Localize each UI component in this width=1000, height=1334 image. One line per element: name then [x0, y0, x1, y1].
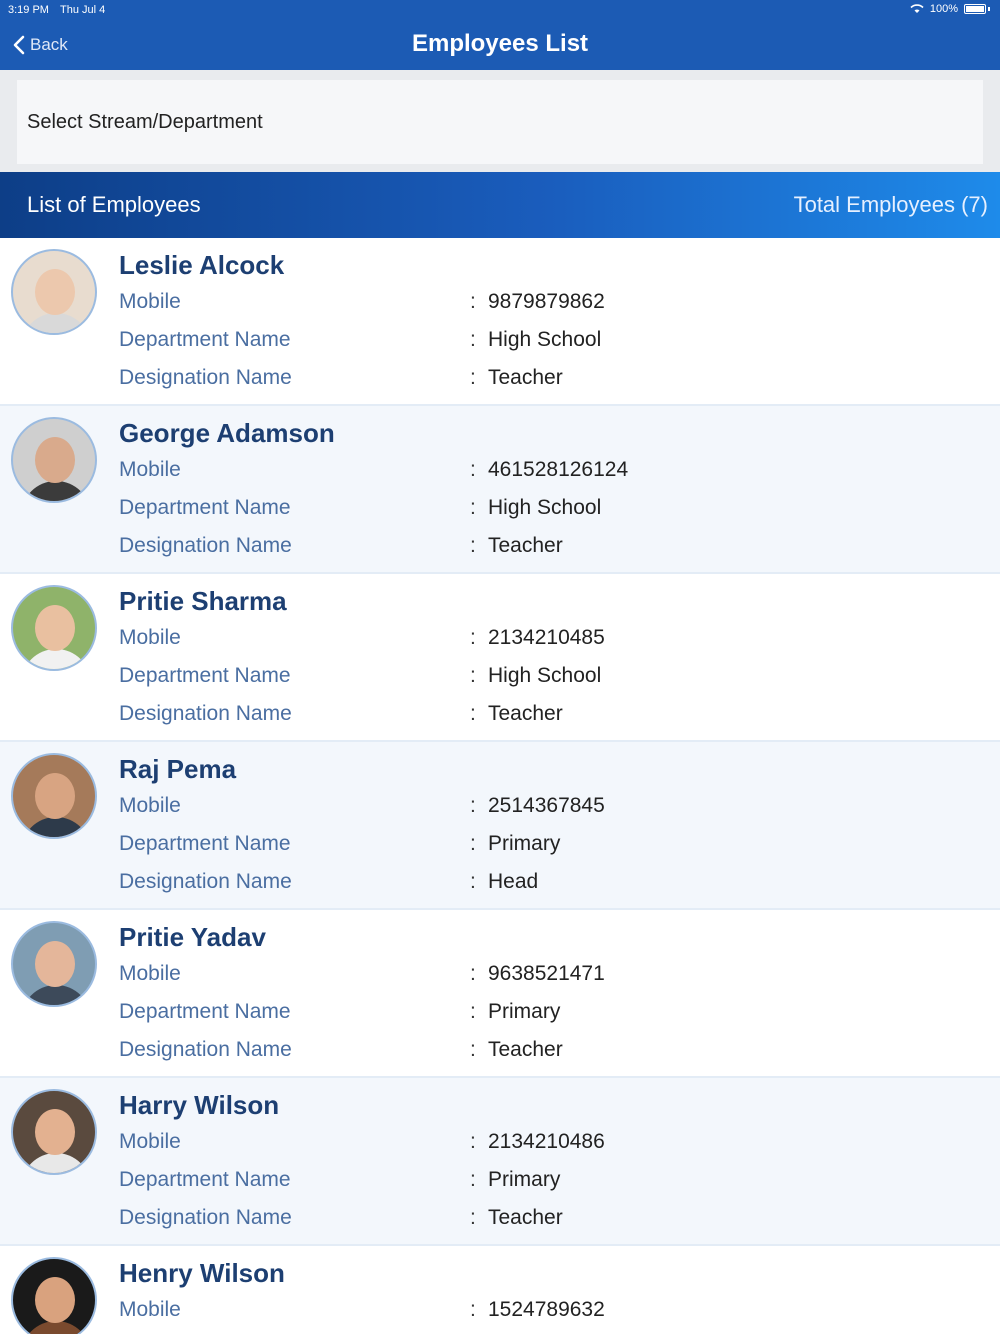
employee-row[interactable]: Henry Wilson Mobile : 1524789632	[0, 1246, 1000, 1334]
separator: :	[470, 962, 476, 985]
employee-row[interactable]: Pritie Sharma Mobile : 2134210485 Depart…	[0, 574, 1000, 742]
separator: :	[470, 458, 476, 481]
wifi-icon	[910, 4, 924, 13]
department-label: Department Name	[119, 664, 291, 687]
separator: :	[470, 366, 476, 389]
designation-value: Teacher	[488, 1038, 563, 1061]
battery-icon	[964, 4, 986, 14]
department-value: High School	[488, 664, 602, 687]
status-time: 3:19 PM	[8, 4, 49, 16]
separator: :	[470, 664, 476, 687]
department-value: Primary	[488, 1000, 561, 1023]
separator: :	[470, 702, 476, 725]
department-label: Department Name	[119, 1168, 291, 1191]
employee-row[interactable]: George Adamson Mobile : 461528126124 Dep…	[0, 406, 1000, 574]
employee-row[interactable]: Harry Wilson Mobile : 2134210486 Departm…	[0, 1078, 1000, 1246]
avatar	[11, 585, 97, 671]
employee-name: Harry Wilson	[119, 1090, 280, 1120]
designation-label: Designation Name	[119, 702, 292, 725]
list-title: List of Employees	[27, 192, 201, 217]
avatar	[11, 1257, 97, 1334]
department-value: Primary	[488, 832, 561, 855]
separator: :	[470, 1168, 476, 1191]
designation-label: Designation Name	[119, 1206, 292, 1229]
employee-row[interactable]: Pritie Yadav Mobile : 9638521471 Departm…	[0, 910, 1000, 1078]
separator: :	[470, 534, 476, 557]
designation-value: Teacher	[488, 702, 563, 725]
total-count: Total Employees (7)	[793, 192, 988, 217]
department-label: Department Name	[119, 1000, 291, 1023]
avatar	[11, 753, 97, 839]
employee-row[interactable]: Raj Pema Mobile : 2514367845 Department …	[0, 742, 1000, 910]
separator: :	[470, 1000, 476, 1023]
separator: :	[470, 626, 476, 649]
battery-tip	[988, 7, 990, 11]
separator: :	[470, 328, 476, 351]
separator: :	[470, 1130, 476, 1153]
employee-name: Pritie Sharma	[119, 586, 287, 616]
mobile-value: 2134210486	[488, 1130, 605, 1153]
mobile-value: 2514367845	[488, 794, 605, 817]
designation-label: Designation Name	[119, 1038, 292, 1061]
avatar	[11, 921, 97, 1007]
status-right: 100%	[910, 3, 990, 15]
nav-bar: Back Employees List	[0, 22, 1000, 70]
mobile-value: 461528126124	[488, 458, 629, 481]
status-bar: 3:19 PM Thu Jul 4 100%	[0, 0, 1000, 22]
designation-value: Teacher	[488, 534, 563, 557]
mobile-label: Mobile	[119, 290, 181, 313]
designation-label: Designation Name	[119, 534, 292, 557]
department-label: Department Name	[119, 496, 291, 519]
department-value: Primary	[488, 1168, 561, 1191]
mobile-label: Mobile	[119, 458, 181, 481]
department-value: High School	[488, 496, 602, 519]
employee-row[interactable]: Leslie Alcock Mobile : 9879879862 Depart…	[0, 238, 1000, 406]
designation-value: Teacher	[488, 366, 563, 389]
mobile-value: 2134210485	[488, 626, 605, 649]
avatar	[11, 249, 97, 335]
page-title: Employees List	[411, 30, 589, 57]
department-label: Department Name	[119, 328, 291, 351]
designation-label: Designation Name	[119, 366, 292, 389]
separator: :	[470, 870, 476, 893]
designation-value: Head	[488, 870, 539, 893]
mobile-label: Mobile	[119, 794, 181, 817]
employee-name: Raj Pema	[119, 754, 237, 784]
mobile-value: 1524789632	[488, 1298, 605, 1321]
separator: :	[470, 1298, 476, 1321]
avatar	[11, 417, 97, 503]
designation-label: Designation Name	[119, 870, 292, 893]
designation-value: Teacher	[488, 1206, 563, 1229]
mobile-value: 9879879862	[488, 290, 605, 313]
employee-name: Leslie Alcock	[119, 250, 285, 280]
battery-percent: 100%	[929, 3, 958, 15]
mobile-label: Mobile	[119, 626, 181, 649]
mobile-value: 9638521471	[488, 962, 605, 985]
separator: :	[470, 290, 476, 313]
department-value: High School	[488, 328, 602, 351]
list-header: List of Employees Total Employees (7)	[0, 172, 1000, 238]
separator: :	[470, 1038, 476, 1061]
separator: :	[470, 794, 476, 817]
separator: :	[470, 1206, 476, 1229]
employee-name: Henry Wilson	[119, 1258, 285, 1288]
separator: :	[470, 496, 476, 519]
mobile-label: Mobile	[119, 962, 181, 985]
avatar	[11, 1089, 97, 1175]
employee-name: Pritie Yadav	[119, 922, 266, 952]
mobile-label: Mobile	[119, 1298, 181, 1321]
department-select[interactable]: Select Stream/Department	[17, 80, 983, 164]
status-date: Thu Jul 4	[60, 4, 106, 16]
employee-name: George Adamson	[119, 418, 335, 448]
department-label: Department Name	[119, 832, 291, 855]
separator: :	[470, 832, 476, 855]
mobile-label: Mobile	[119, 1130, 181, 1153]
